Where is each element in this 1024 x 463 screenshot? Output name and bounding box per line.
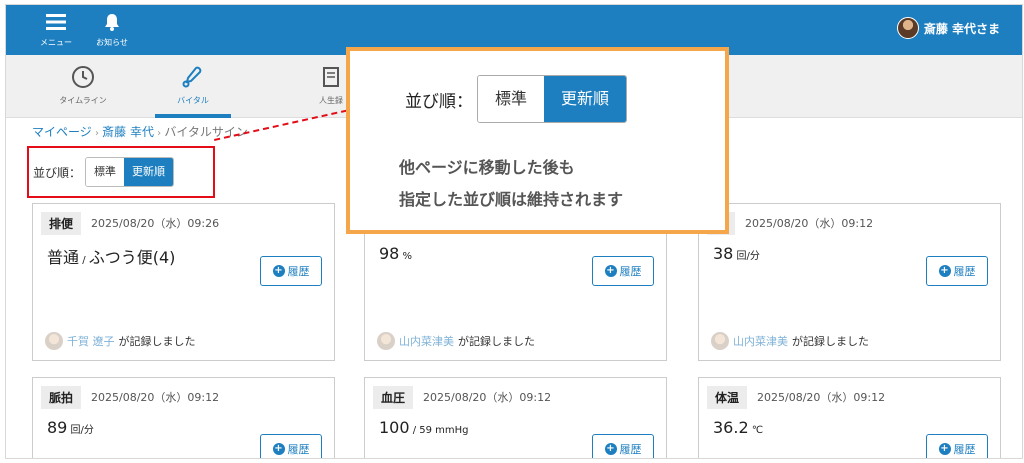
card-title: 脈拍 <box>41 385 82 409</box>
user-name: 斎藤 幸代さま <box>923 21 1000 36</box>
plus-circle-icon: + <box>272 443 285 455</box>
sort-updated-button[interactable]: 更新順 <box>124 158 174 186</box>
popup-standard-button: 標準 <box>478 76 545 122</box>
card-title: 体温 <box>707 385 748 409</box>
vital-card-temperature: 体温 2025/08/20（水）09:12 36.2 ℃ + 履歴 <box>698 377 1001 458</box>
sort-control: 並び順： 標準 更新順 <box>33 157 175 187</box>
card-datetime: 2025/08/20（水）09:12 <box>757 391 886 404</box>
recorder-avatar <box>45 332 63 350</box>
card-value: 100 / 59 mmHg <box>379 418 469 437</box>
popup-updated-button: 更新順 <box>544 76 627 122</box>
sort-standard-button[interactable]: 標準 <box>86 158 125 186</box>
card-datetime: 2025/08/20（水）09:12 <box>91 391 220 404</box>
history-button[interactable]: + 履歴 <box>592 256 654 286</box>
recorder-line: 山内菜津美 が記録しました <box>711 332 869 350</box>
card-datetime: 2025/08/20（水）09:12 <box>745 217 874 230</box>
recorder-name[interactable]: 山内菜津美 <box>399 333 454 349</box>
plus-circle-icon: + <box>272 265 285 277</box>
card-datetime: 2025/08/20（水）09:12 <box>423 391 552 404</box>
history-button[interactable]: + 履歴 <box>926 256 988 286</box>
popup-message-line2: 指定した並び順は維持されます <box>399 190 624 209</box>
tab-timeline[interactable]: タイムライン <box>45 55 121 118</box>
clock-icon <box>72 66 94 88</box>
plus-circle-icon: + <box>604 265 617 277</box>
plus-circle-icon: + <box>938 443 951 455</box>
popup-sort-label: 並び順： <box>405 91 473 112</box>
breadcrumb-home[interactable]: マイページ <box>32 125 92 139</box>
history-button[interactable]: + 履歴 <box>592 434 654 458</box>
card-title: 血圧 <box>373 385 414 409</box>
card-value: 38 回/分 <box>713 244 760 263</box>
sort-toggle: 標準 更新順 <box>85 157 175 187</box>
tab-vital[interactable]: バイタル <box>155 55 231 118</box>
sort-label: 並び順： <box>33 165 82 180</box>
plus-circle-icon: + <box>938 265 951 277</box>
popup-sort-control: 並び順： 標準 更新順 <box>405 75 628 123</box>
avatar <box>896 17 919 39</box>
vital-card-blood-pressure: 血圧 2025/08/20（水）09:12 100 / 59 mmHg + 履歴 <box>364 377 667 458</box>
card-value: 普通 / ふつう便(4) <box>47 248 176 267</box>
user-menu[interactable]: 斎藤 幸代さま <box>896 17 1000 39</box>
app-frame: メニュー お知らせ 斎藤 幸代さま タイムライン バイタル 人生録 マイページ … <box>5 4 1023 459</box>
notice-button[interactable]: お知らせ <box>90 13 134 51</box>
thermometer-icon <box>182 66 202 88</box>
history-button[interactable]: + 履歴 <box>260 256 322 286</box>
card-title: 排便 <box>41 211 82 235</box>
card-datetime: 2025/08/20（水）09:26 <box>91 217 220 230</box>
menu-label: メニュー <box>40 38 72 47</box>
notice-label: お知らせ <box>96 38 128 47</box>
recorder-avatar <box>711 332 729 350</box>
vital-card-respiration: 吸2025/08/20（水）09:12 38 回/分 +履歴 山内菜津美が記録し… <box>698 203 1001 361</box>
history-button[interactable]: + 履歴 <box>926 434 988 458</box>
history-button[interactable]: + 履歴 <box>260 434 322 458</box>
hamburger-icon <box>46 14 66 30</box>
card-value: 36.2 ℃ <box>713 418 764 437</box>
book-icon <box>323 67 339 87</box>
breadcrumb-current: バイタルサイン <box>164 125 248 139</box>
card-value: 98 % <box>379 244 413 263</box>
popup-sort-toggle: 標準 更新順 <box>477 75 628 123</box>
recorder-name[interactable]: 千賀 遼子 <box>67 333 115 349</box>
callout-popup: 並び順： 標準 更新順 他ページに移動した後も 指定した並び順は維持されます <box>346 47 729 234</box>
tab-label: バイタル <box>177 96 209 105</box>
recorder-avatar <box>377 332 395 350</box>
recorder-line: 山内菜津美 が記録しました <box>377 332 535 350</box>
bell-icon <box>105 14 119 31</box>
recorder-name[interactable]: 山内菜津美 <box>733 333 788 349</box>
vital-card-bowel: 排便 2025/08/20（水）09:26 普通 / ふつう便(4) + 履歴 千賀… <box>32 203 335 361</box>
popup-message-line1: 他ページに移動した後も <box>399 158 575 177</box>
vital-card-pulse: 脈拍 2025/08/20（水）09:12 89 回/分 + 履歴 <box>32 377 335 458</box>
menu-button[interactable]: メニュー <box>36 13 76 51</box>
tab-label: タイムライン <box>59 96 107 105</box>
recorder-line: 千賀 遼子 が記録しました <box>45 332 196 350</box>
breadcrumb-person[interactable]: 斎藤 幸代 <box>102 125 154 139</box>
breadcrumb: マイページ › 斎藤 幸代 › バイタルサイン <box>32 125 248 139</box>
plus-circle-icon: + <box>604 443 617 455</box>
card-value: 89 回/分 <box>47 418 94 437</box>
